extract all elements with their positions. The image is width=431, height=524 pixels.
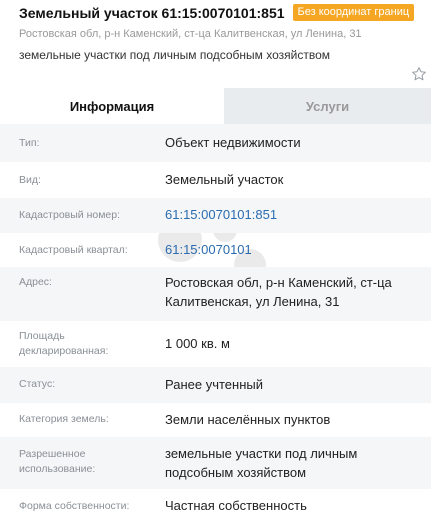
object-header: Земельный участок 61:15:0070101:851 Без … [0,0,431,88]
row-value: Ростовская обл, р-н Каменский, ст-ца Кал… [165,275,392,309]
title-row: Земельный участок 61:15:0070101:851 Без … [19,4,415,21]
row-value: Частная собственность [165,498,307,513]
header-purpose: земельные участки под личным подсобным х… [19,48,331,62]
row-label: Статус: [19,378,56,390]
tab-bar: Информация Услуги [0,88,431,124]
tab-information[interactable]: Информация [0,88,224,124]
row-label: Тип: [19,137,40,149]
row-value: Земли населённых пунктов [165,412,331,427]
row-value: Объект недвижимости [165,135,301,150]
info-row-land-category: Категория земель: Земли населённых пункт… [0,403,431,437]
info-row-kind: Вид: Земельный участок [0,162,431,198]
row-label: Разрешенное использование: [19,448,96,475]
row-label: Вид: [19,174,41,186]
row-label: Кадастровый номер: [19,209,121,221]
info-row-cadastral-number: Кадастровый номер: 61:15:0070101:851 [0,198,431,233]
cadastral-number-link[interactable]: 61:15:0070101:851 [165,205,420,224]
status-badge: Без координат границ [292,4,415,21]
info-row-area: Площадь декларированная: 1 000 кв. м [0,321,431,367]
info-row-status: Статус: Ранее учтенный [0,367,431,403]
row-value: Ранее учтенный [165,377,263,392]
row-label: Адрес: [19,276,52,288]
cadastral-quarter-link[interactable]: 61:15:0070101 [165,240,420,259]
info-row-type: Тип: Объект недвижимости [0,124,431,162]
row-label: Кадастровый квартал: [19,244,128,256]
star-icon[interactable] [411,66,427,82]
row-value: земельные участки под личным подсобным х… [165,446,358,480]
row-label: Категория земель: [19,413,109,425]
row-value: Земельный участок [165,172,284,187]
row-label: Площадь декларированная: [19,330,109,357]
info-row-cadastral-quarter: Кадастровый квартал: 61:15:0070101 [0,233,431,267]
header-address: Ростовская обл, р-н Каменский, ст-ца Кал… [19,28,362,40]
row-value: 1 000 кв. м [165,336,230,351]
info-row-permitted-use: Разрешенное использование: земельные уча… [0,437,431,489]
page-title: Земельный участок 61:15:0070101:851 [19,4,285,21]
row-label: Форма собственности: [19,500,130,512]
info-row-address: Адрес: Ростовская обл, р-н Каменский, ст… [0,267,431,321]
tab-services[interactable]: Услуги [224,88,431,124]
info-row-ownership: Форма собственности: Частная собственнос… [0,489,431,524]
